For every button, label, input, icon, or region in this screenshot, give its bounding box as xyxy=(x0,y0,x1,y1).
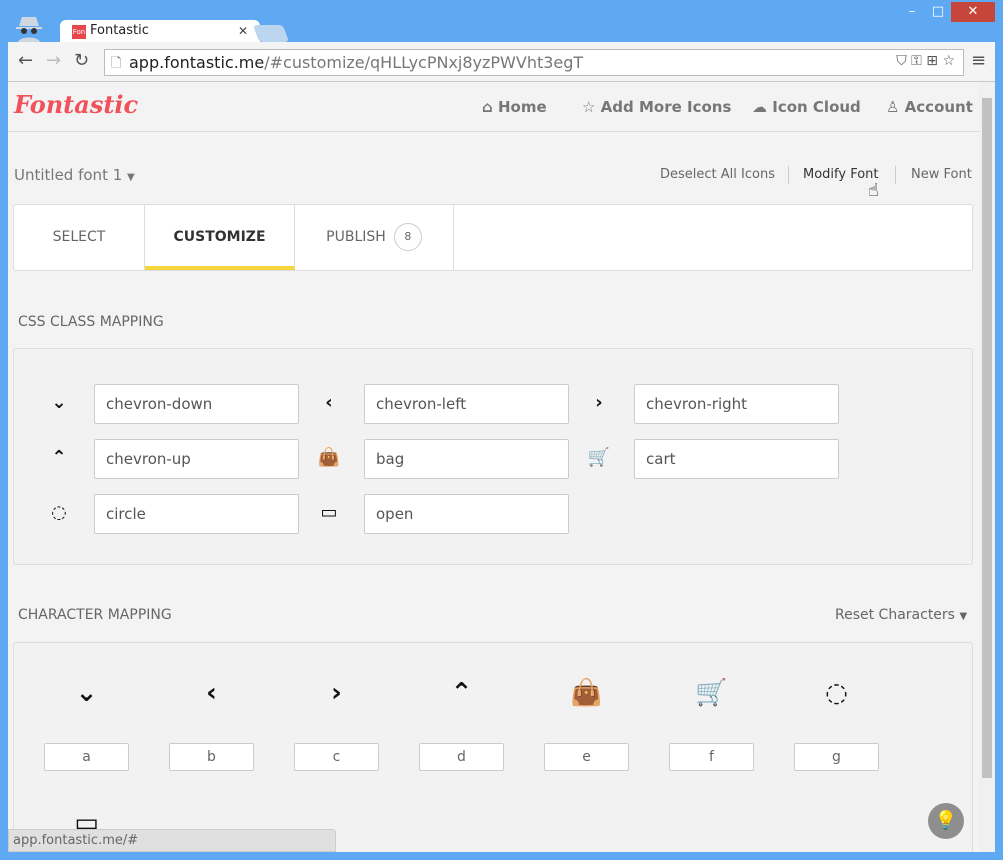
css-class-input[interactable]: chevron-left xyxy=(364,384,569,424)
reset-label: Reset Characters xyxy=(835,607,955,623)
browser-toolbar: ← → ↻ 🗋 app.fontastic.me/#customize/qHLLy… xyxy=(8,42,995,82)
caret-down-icon: ▼ xyxy=(127,172,135,183)
close-tab-icon[interactable]: ✕ xyxy=(238,24,248,38)
help-lightbulb-icon[interactable]: 💡 xyxy=(928,803,964,839)
maximize-button[interactable]: □ xyxy=(925,2,951,22)
nav-label: Icon Cloud xyxy=(772,98,861,116)
logo[interactable]: Fontastic xyxy=(14,90,138,119)
section-title: CSS CLASS MAPPING xyxy=(18,314,164,330)
character-input[interactable]: e xyxy=(544,743,629,771)
scrollbar[interactable] xyxy=(979,82,995,852)
address-bar[interactable]: 🗋 app.fontastic.me/#customize/qHLLycPNxj8… xyxy=(104,49,964,76)
character-input[interactable]: d xyxy=(419,743,504,771)
cart-icon: 🛒 xyxy=(587,447,611,468)
nav-home[interactable]: ⌂ Home xyxy=(482,98,547,116)
new-font-link[interactable]: New Font xyxy=(911,167,972,182)
nav-account[interactable]: ♙ Account xyxy=(886,98,973,116)
nav-label: Add More Icons xyxy=(600,98,732,116)
nav-label: Account xyxy=(904,98,973,116)
tab-bar: SELECT CUSTOMIZE PUBLISH 8 xyxy=(13,204,973,271)
header-divider xyxy=(8,131,979,132)
back-icon[interactable]: ← xyxy=(18,50,33,71)
tab-label: CUSTOMIZE xyxy=(173,229,266,245)
character-input[interactable]: c xyxy=(294,743,379,771)
count-badge: 8 xyxy=(393,223,422,251)
page: Fontastic ⌂ Home ☆ Add More Icons ☁ Icon… xyxy=(8,82,979,852)
css-class-input[interactable]: circle xyxy=(94,494,299,534)
cart-icon: 🛒 xyxy=(695,678,728,708)
window-controls: – □ ✕ xyxy=(899,2,995,22)
user-icon: ♙ xyxy=(886,98,905,116)
minimize-button[interactable]: – xyxy=(899,2,925,22)
nav-label: Home xyxy=(497,98,547,116)
scrollbar-thumb[interactable] xyxy=(982,98,992,778)
favicon-icon: Fon xyxy=(72,25,86,39)
chevron-down-icon: ⌄ xyxy=(51,392,67,413)
tab-label: PUBLISH xyxy=(326,229,386,245)
chrome-menu-icon[interactable]: ≡ xyxy=(971,50,986,71)
tab-title: Fontastic xyxy=(90,23,149,38)
char-mapping-panel: ⌄ a ‹ b › c ⌃ d 👜 e 🛒 f ◌ g ▭ xyxy=(13,642,973,852)
chevron-down-icon: ⌄ xyxy=(75,678,98,708)
new-tab-button[interactable] xyxy=(252,25,290,42)
character-input[interactable]: b xyxy=(169,743,254,771)
extension-icons[interactable]: ⛉ ⚿ ⊞ ☆ xyxy=(896,53,955,69)
font-name-dropdown[interactable]: Untitled font 1 ▼ xyxy=(14,166,135,184)
close-window-button[interactable]: ✕ xyxy=(951,2,995,22)
css-class-input[interactable]: chevron-right xyxy=(634,384,839,424)
reload-icon[interactable]: ↻ xyxy=(74,50,89,71)
css-class-input[interactable]: open xyxy=(364,494,569,534)
reset-characters-dropdown[interactable]: Reset Characters ▼ xyxy=(835,607,967,623)
chevron-up-icon: ⌃ xyxy=(450,678,473,708)
deselect-all-link[interactable]: Deselect All Icons xyxy=(660,167,775,182)
circle-icon: ◌ xyxy=(825,678,848,708)
hand-cursor-icon: ☝ xyxy=(868,180,879,201)
chevron-up-icon: ⌃ xyxy=(51,447,67,468)
css-class-input[interactable]: cart xyxy=(634,439,839,479)
home-icon: ⌂ xyxy=(482,98,498,116)
incognito-icon xyxy=(16,17,42,42)
url-host: app.fontastic.me xyxy=(129,53,265,72)
tab-publish[interactable]: PUBLISH 8 xyxy=(295,205,454,270)
circle-icon: ◌ xyxy=(51,502,67,523)
css-class-input[interactable]: bag xyxy=(364,439,569,479)
status-bar: app.fontastic.me/# xyxy=(8,829,336,852)
character-input[interactable]: a xyxy=(44,743,129,771)
tab-customize[interactable]: CUSTOMIZE xyxy=(145,205,295,270)
css-class-input[interactable]: chevron-down xyxy=(94,384,299,424)
cloud-icon: ☁ xyxy=(752,98,773,116)
chevron-right-icon: › xyxy=(331,678,342,708)
css-class-input[interactable]: chevron-up xyxy=(94,439,299,479)
bag-icon: 👜 xyxy=(570,678,603,708)
url-path: /#customize/qHLLycPNxj8yzPWVht3egT xyxy=(264,53,584,72)
bag-icon: 👜 xyxy=(317,447,341,468)
nav-add-more-icons[interactable]: ☆ Add More Icons xyxy=(582,98,731,116)
character-input[interactable]: f xyxy=(669,743,754,771)
section-title: CHARACTER MAPPING xyxy=(18,607,172,623)
star-icon: ☆ xyxy=(582,98,601,116)
page-icon: 🗋 xyxy=(111,56,122,71)
tab-select[interactable]: SELECT xyxy=(14,205,145,270)
nav-icon-cloud[interactable]: ☁ Icon Cloud xyxy=(752,98,861,116)
divider xyxy=(895,166,896,184)
chevron-left-icon: ‹ xyxy=(206,678,217,708)
forward-icon[interactable]: → xyxy=(46,50,61,71)
divider xyxy=(788,166,789,184)
css-mapping-panel: ⌄ chevron-down ‹ chevron-left › chevron-right… xyxy=(13,348,973,565)
tab-label: SELECT xyxy=(52,229,106,245)
caret-down-icon: ▼ xyxy=(959,611,968,622)
open-icon: ▭ xyxy=(320,502,338,523)
chevron-left-icon: ‹ xyxy=(325,392,333,413)
font-name: Untitled font 1 xyxy=(14,166,123,184)
character-input[interactable]: g xyxy=(794,743,879,771)
chevron-right-icon: › xyxy=(595,392,603,413)
